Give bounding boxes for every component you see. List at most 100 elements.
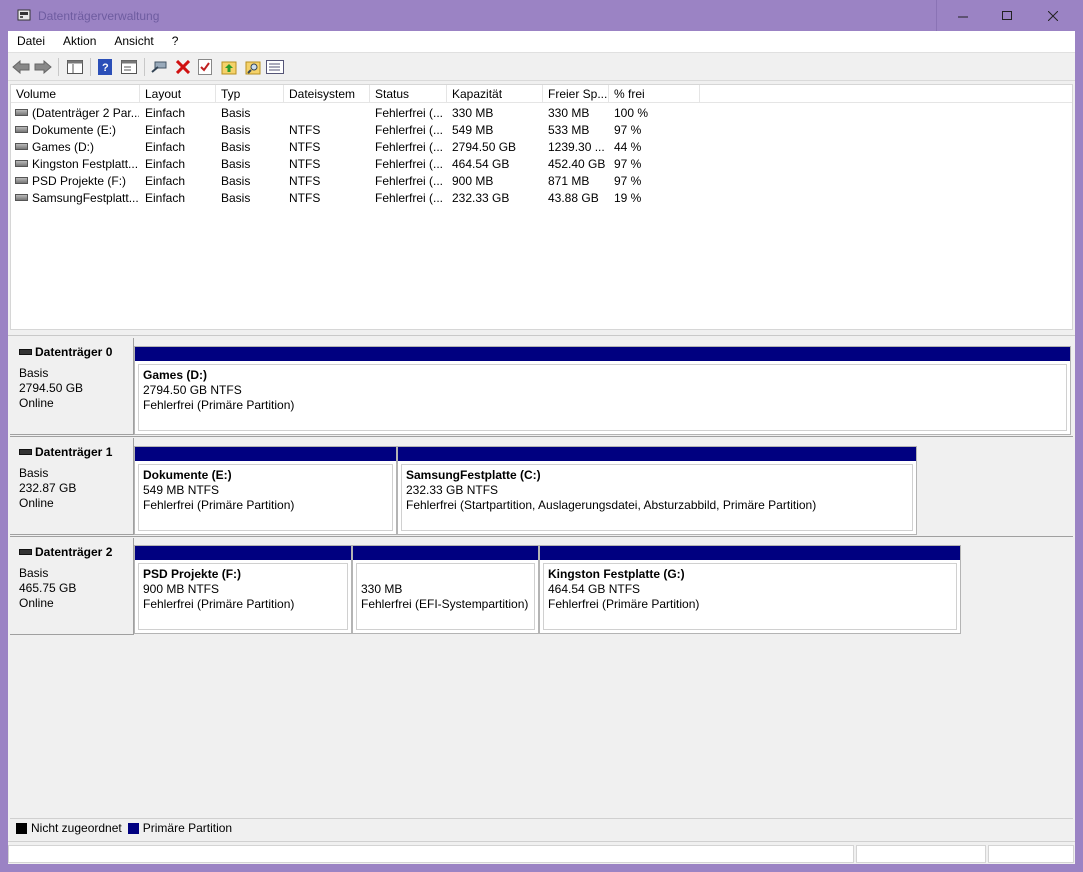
cell-volume-text: Kingston Festplatt... xyxy=(32,157,139,171)
partition-color-bar xyxy=(135,347,1070,361)
partition-title: Games (D:) xyxy=(143,368,208,382)
cell-volume: SamsungFestplatt... xyxy=(15,190,139,207)
legend-label-unallocated: Nicht zugeordnet xyxy=(31,821,122,835)
back-button[interactable] xyxy=(10,57,32,77)
properties-icon xyxy=(121,60,137,74)
partition-size: 549 MB NTFS xyxy=(143,483,220,497)
toolbar: ? xyxy=(8,53,1075,81)
menu-help[interactable]: ? xyxy=(163,31,188,52)
cell-typ: Basis xyxy=(221,123,251,137)
cell-status: Fehlerfrei (... xyxy=(375,174,444,188)
table-row[interactable]: PSD Projekte (F:) Einfach Basis NTFS Feh… xyxy=(11,173,1072,190)
partition-title: Dokumente (E:) xyxy=(143,468,232,482)
cell-dateisystem: NTFS xyxy=(289,140,321,154)
legend-swatch-unallocated xyxy=(16,822,27,834)
table-row[interactable]: SamsungFestplatt... Einfach Basis NTFS F… xyxy=(11,190,1072,207)
cell-status: Fehlerfrei (... xyxy=(375,140,444,154)
properties-button[interactable] xyxy=(118,57,140,77)
legend-label-primary: Primäre Partition xyxy=(142,821,233,835)
partition-body: PSD Projekte (F:) 900 MB NTFS Fehlerfrei… xyxy=(138,563,348,630)
cell-typ: Basis xyxy=(221,174,251,188)
status-bar xyxy=(8,841,1075,864)
menu-ansicht[interactable]: Ansicht xyxy=(105,31,162,52)
table-row[interactable]: Games (D:) Einfach Basis NTFS Fehlerfrei… xyxy=(11,139,1072,156)
column-header-prozent-frei[interactable]: % frei xyxy=(609,85,700,103)
close-button[interactable] xyxy=(1030,0,1076,31)
minimize-button[interactable] xyxy=(940,0,986,31)
connect-button[interactable] xyxy=(148,57,170,77)
maximize-button[interactable] xyxy=(984,0,1030,31)
cell-kapazitaet: 464.54 GB xyxy=(452,157,510,171)
cell-volume-text: Dokumente (E:) xyxy=(32,123,117,137)
help-icon: ? xyxy=(98,59,112,75)
partition-samsung[interactable]: SamsungFestplatte (C:) 232.33 GB NTFS Fe… xyxy=(397,446,917,535)
console-tree-button[interactable] xyxy=(64,57,86,77)
search-folder-button[interactable] xyxy=(242,57,264,77)
list-view-button[interactable] xyxy=(264,57,286,77)
cell-volume-text: (Datenträger 2 Par... xyxy=(32,106,139,120)
partition-psd-projekte[interactable]: PSD Projekte (F:) 900 MB NTFS Fehlerfrei… xyxy=(134,545,352,634)
table-row[interactable]: Dokumente (E:) Einfach Basis NTFS Fehler… xyxy=(11,122,1072,139)
partition-body: Kingston Festplatte (G:) 464.54 GB NTFS … xyxy=(543,563,957,630)
folder-up-icon xyxy=(221,61,237,75)
delete-button[interactable] xyxy=(172,57,194,77)
disk-2-title: Datenträger 2 xyxy=(19,545,112,559)
cell-layout: Einfach xyxy=(145,123,186,137)
cell-volume: Kingston Festplatt... xyxy=(15,156,139,173)
cell-status: Fehlerfrei (... xyxy=(375,106,444,120)
partition-color-bar xyxy=(540,546,960,560)
cell-volume: Games (D:) xyxy=(15,139,139,156)
disk-0-title: Datenträger 0 xyxy=(19,345,112,359)
column-header-volume[interactable]: Volume xyxy=(11,85,140,103)
check-button[interactable] xyxy=(194,57,216,77)
drive-icon xyxy=(15,143,28,151)
disk-1-name: Datenträger 1 xyxy=(35,445,113,459)
column-header-kapazitaet[interactable]: Kapazität xyxy=(447,85,543,103)
disk-2-info[interactable]: Datenträger 2 Basis 465.75 GB Online xyxy=(10,538,134,635)
connect-icon xyxy=(151,61,167,73)
table-row[interactable]: (Datenträger 2 Par... Einfach Basis Fehl… xyxy=(11,105,1072,122)
disk-0-state: Online xyxy=(19,396,54,410)
disk-1-size: 232.87 GB xyxy=(19,481,77,495)
partition-size: 232.33 GB NTFS xyxy=(406,483,499,497)
cell-kapazitaet: 900 MB xyxy=(452,174,494,188)
partition-efi[interactable]: 330 MB Fehlerfrei (EFI-Systempartition) xyxy=(352,545,539,634)
partition-status: Fehlerfrei (Startpartition, Auslagerungs… xyxy=(406,498,817,512)
hard-disk-icon xyxy=(19,448,32,455)
toolbar-separator xyxy=(144,58,145,76)
table-row[interactable]: Kingston Festplatt... Einfach Basis NTFS… xyxy=(11,156,1072,173)
menu-aktion[interactable]: Aktion xyxy=(54,31,105,52)
partition-body: SamsungFestplatte (C:) 232.33 GB NTFS Fe… xyxy=(401,464,913,531)
drive-icon xyxy=(15,126,28,134)
disk-0-info[interactable]: Datenträger 0 Basis 2794.50 GB Online xyxy=(10,338,134,435)
cell-dateisystem: NTFS xyxy=(289,157,321,171)
column-header-dateisystem[interactable]: Dateisystem xyxy=(284,85,370,103)
title-bar[interactable]: Datenträgerverwaltung xyxy=(0,0,1083,31)
pane-splitter[interactable] xyxy=(8,330,1075,336)
forward-button[interactable] xyxy=(32,57,54,77)
cell-typ: Basis xyxy=(221,191,251,205)
disk-1-info[interactable]: Datenträger 1 Basis 232.87 GB Online xyxy=(10,438,134,535)
cell-layout: Einfach xyxy=(145,174,186,188)
cell-volume-text: SamsungFestplatt... xyxy=(32,191,139,205)
partition-status: Fehlerfrei (Primäre Partition) xyxy=(143,398,295,412)
volume-list[interactable]: Volume Layout Typ Dateisystem Status Kap… xyxy=(10,84,1073,330)
partition-games[interactable]: Games (D:) 2794.50 GB NTFS Fehlerfrei (P… xyxy=(134,346,1071,435)
cell-prozent-frei: 97 % xyxy=(614,123,642,137)
partition-kingston[interactable]: Kingston Festplatte (G:) 464.54 GB NTFS … xyxy=(539,545,961,634)
column-header-status[interactable]: Status xyxy=(370,85,447,103)
partition-dokumente[interactable]: Dokumente (E:) 549 MB NTFS Fehlerfrei (P… xyxy=(134,446,397,535)
cell-layout: Einfach xyxy=(145,106,186,120)
partition-title: PSD Projekte (F:) xyxy=(143,567,242,581)
help-button[interactable]: ? xyxy=(94,57,116,77)
partition-color-bar xyxy=(135,546,351,560)
column-header-layout[interactable]: Layout xyxy=(140,85,216,103)
folder-up-button[interactable] xyxy=(218,57,240,77)
column-header-typ[interactable]: Typ xyxy=(216,85,284,103)
cell-status: Fehlerfrei (... xyxy=(375,123,444,137)
column-header-freier-speicher[interactable]: Freier Sp... xyxy=(543,85,609,103)
cell-freier-speicher: 533 MB xyxy=(548,123,590,137)
cell-typ: Basis xyxy=(221,157,251,171)
cell-dateisystem: NTFS xyxy=(289,174,321,188)
menu-datei[interactable]: Datei xyxy=(8,31,54,52)
